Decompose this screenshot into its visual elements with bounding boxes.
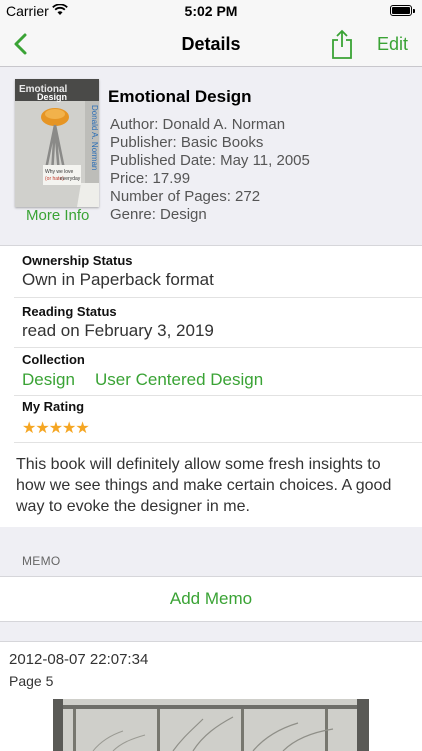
page-title: Details (181, 34, 241, 54)
svg-text:everyday: everyday (60, 176, 81, 182)
svg-text:Design: Design (37, 92, 67, 102)
add-memo-label: Add Memo (169, 589, 253, 608)
collection-tag-design[interactable]: Design (22, 370, 75, 390)
add-memo-button[interactable]: Add Memo (0, 576, 422, 622)
svg-text:Why we love: Why we love (45, 169, 74, 175)
battery-icon (390, 5, 415, 16)
reading-status-value[interactable]: read on February 3, 2019 (22, 321, 214, 341)
review-text: This book will definitely allow some fre… (16, 456, 392, 515)
book-publisher: Publisher: Basic Books (110, 134, 264, 151)
book-title: Emotional Design (108, 87, 252, 106)
book-info-panel: Emotional Design Donald A. Norman Why we… (0, 67, 422, 246)
book-page-count: Number of Pages: 272 (110, 188, 261, 205)
my-rating-label: My Rating (22, 399, 85, 414)
divider (14, 395, 422, 396)
svg-text:Donald A. Norman: Donald A. Norman (90, 105, 99, 170)
edit-button[interactable]: Edit (377, 34, 408, 55)
ownership-status-label: Ownership Status (22, 253, 133, 268)
share-icon[interactable] (330, 28, 354, 60)
memo-date: 2012-08-07 22:07:34 (9, 651, 149, 668)
book-author: Author: Donald A. Norman (110, 116, 286, 133)
book-price: Price: 17.99 (110, 170, 191, 187)
divider (14, 442, 422, 443)
star-rating[interactable]: ★★★★★ (22, 418, 90, 438)
book-cover-image[interactable]: Emotional Design Donald A. Norman Why we… (15, 79, 99, 207)
divider (14, 297, 422, 298)
memo-photo[interactable] (53, 699, 369, 751)
more-info-link[interactable]: More Info (26, 207, 89, 224)
memo-section-header: MEMO (22, 554, 61, 568)
memo-entry[interactable]: 2012-08-07 22:07:34 Page 5 (0, 641, 422, 751)
memo-page: Page 5 (9, 673, 54, 689)
collection-tag-user-centered-design[interactable]: User Centered Design (95, 370, 263, 390)
clock: 5:02 PM (184, 3, 238, 19)
status-bar: Carrier 5:02 PM (0, 0, 422, 22)
navigation-bar: Details Edit (0, 22, 422, 67)
book-genre: Genre: Design (110, 206, 207, 223)
collection-label: Collection (22, 352, 85, 367)
ownership-status-value[interactable]: Own in Paperback format (22, 270, 214, 290)
reading-status-label: Reading Status (22, 304, 117, 319)
book-published-date: Published Date: May 11, 2005 (110, 152, 310, 169)
divider (14, 347, 422, 348)
